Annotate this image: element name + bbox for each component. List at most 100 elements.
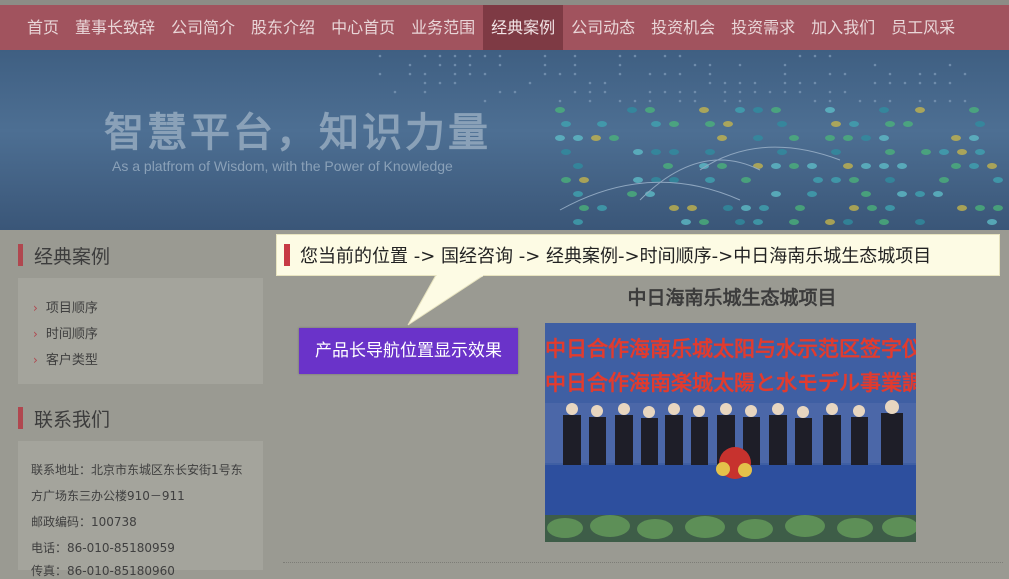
banner-dot	[645, 107, 655, 113]
banner-dot	[915, 219, 925, 225]
banner-dot	[513, 90, 517, 94]
banner-dot	[681, 219, 691, 225]
banner-dot	[573, 54, 577, 58]
banner-dot	[663, 72, 667, 76]
banner-dot	[771, 163, 781, 169]
banner-dot	[588, 81, 592, 85]
banner-dot	[651, 149, 661, 155]
banner-dot	[651, 121, 661, 127]
banner-dot	[468, 72, 472, 76]
banner-dot	[903, 121, 913, 127]
banner-dot	[573, 191, 583, 197]
banner-dot	[423, 81, 427, 85]
banner-dot	[603, 81, 607, 85]
banner-dot	[921, 149, 931, 155]
nav-item[interactable]: 员工风采	[883, 5, 963, 50]
banner-subtitle: As a platfrom of Wisdom, with the Power …	[112, 158, 453, 174]
banner-dot	[708, 72, 712, 76]
chevron-right-icon: ›	[33, 353, 38, 367]
sidebar-item-client-type[interactable]: › 客户类型	[33, 349, 98, 368]
sidebar-item-label: 时间顺序	[45, 327, 98, 342]
banner-dot	[573, 63, 577, 67]
banner-dot	[861, 163, 871, 169]
banner-dot	[828, 99, 832, 103]
nav-item[interactable]: 加入我们	[803, 5, 883, 50]
banner-dot	[987, 219, 997, 225]
contact-postcode: 邮政编码：100738	[31, 515, 137, 529]
banner-dot	[753, 163, 763, 169]
chevron-right-icon: ›	[33, 301, 38, 315]
banner-dot	[483, 54, 487, 58]
banner-dot	[963, 99, 967, 103]
banner-dot	[915, 107, 925, 113]
banner-dot	[633, 54, 637, 58]
banner-dot	[933, 81, 937, 85]
banner-dot	[897, 163, 907, 169]
banner-dot	[777, 149, 787, 155]
banner-dot	[693, 90, 697, 94]
banner-dot	[735, 107, 745, 113]
nav-item[interactable]: 公司动态	[563, 5, 643, 50]
banner-dot	[828, 72, 832, 76]
banner-dot	[453, 81, 457, 85]
banner-dot	[888, 72, 892, 76]
banner-dot	[663, 54, 667, 58]
banner-dot	[588, 99, 592, 103]
banner-dot	[705, 121, 715, 127]
banner-dot	[558, 72, 562, 76]
nav-item[interactable]: 中心首页	[323, 5, 403, 50]
banner-dot	[789, 135, 799, 141]
banner-dot	[753, 219, 763, 225]
banner-dot	[735, 219, 745, 225]
banner-dot	[699, 107, 709, 113]
banner-dot	[723, 99, 727, 103]
banner-dot	[543, 63, 547, 67]
contact-fax: 传真：86-010-85180960	[31, 564, 175, 578]
sidebar-item-time-order[interactable]: › 时间顺序	[33, 323, 98, 342]
banner-dot	[669, 149, 679, 155]
banner-dot	[543, 54, 547, 58]
banner-dot	[618, 54, 622, 58]
nav-item[interactable]: 首页	[0, 5, 67, 50]
banner-dot	[633, 149, 643, 155]
banner-dot	[453, 63, 457, 67]
banner-dot	[789, 163, 799, 169]
banner-dot	[618, 63, 622, 67]
nav-item[interactable]: 董事长致辞	[67, 5, 163, 50]
banner-dot	[408, 63, 412, 67]
banner-dot	[453, 72, 457, 76]
nav-item[interactable]: 股东介绍	[243, 5, 323, 50]
banner: 智慧平台，知识力量 As a platfrom of Wisdom, with …	[0, 50, 1009, 230]
banner-dot	[795, 205, 805, 211]
sidebar-item-project-order[interactable]: › 项目顺序	[33, 297, 98, 316]
banner-dot	[561, 149, 571, 155]
contact-address-cont: 方广场东三办公楼910－911	[31, 489, 185, 503]
banner-dot	[993, 205, 1003, 211]
banner-dot	[879, 219, 889, 225]
nav-item[interactable]: 公司简介	[163, 5, 243, 50]
contact-phone: 电话：86-010-85180959	[31, 541, 175, 555]
banner-dot	[693, 99, 697, 103]
banner-dot	[723, 121, 733, 127]
nav-item[interactable]: 经典案例	[483, 5, 564, 50]
navigation-demo-button[interactable]: 产品长导航位置显示效果	[299, 328, 518, 374]
banner-dot	[987, 163, 997, 169]
breadcrumb-text: 您当前的位置 -> 国经咨询 -> 经典案例->时间顺序->中日海南乐城生态城项…	[300, 246, 932, 267]
banner-dot	[603, 90, 607, 94]
banner-dot	[951, 163, 961, 169]
banner-dot	[849, 205, 859, 211]
banner-dot	[825, 219, 835, 225]
banner-dot	[918, 99, 922, 103]
nav-item[interactable]: 投资机会	[643, 5, 723, 50]
banner-dot	[783, 72, 787, 76]
banner-dot	[738, 81, 742, 85]
banner-dot	[843, 163, 853, 169]
banner-dot	[708, 63, 712, 67]
banner-dot	[543, 72, 547, 76]
banner-dot	[948, 99, 952, 103]
banner-dot	[753, 90, 757, 94]
banner-dot	[597, 205, 607, 211]
nav-item[interactable]: 业务范围	[403, 5, 483, 50]
banner-dot	[573, 219, 583, 225]
nav-item[interactable]: 投资需求	[723, 5, 803, 50]
